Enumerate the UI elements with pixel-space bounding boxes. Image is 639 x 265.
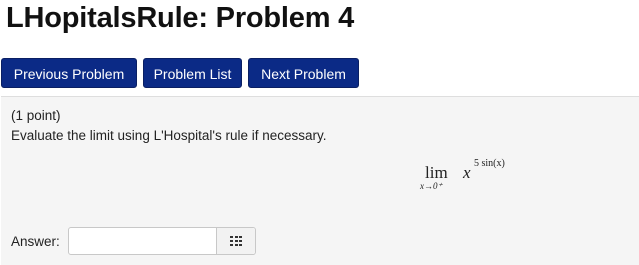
limit-exponent: 5 sin(x) (474, 158, 505, 169)
next-problem-button[interactable]: Next Problem (248, 58, 359, 88)
problem-panel: (1 point) Evaluate the limit using L'Hos… (1, 96, 639, 265)
answer-input[interactable] (69, 228, 217, 254)
keypad-button[interactable] (216, 228, 255, 254)
answer-field (68, 227, 256, 255)
limit-expression: lim x→0⁺ x 5 sin(x) (417, 157, 527, 201)
limit-operator: lim (425, 163, 448, 182)
problem-points: (1 point) (11, 108, 61, 123)
previous-problem-button[interactable]: Previous Problem (1, 58, 137, 88)
page-title: LHopitalsRule: Problem 4 (6, 2, 355, 34)
problem-list-button[interactable]: Problem List (143, 58, 242, 88)
limit-subscript: x→0⁺ (420, 181, 443, 191)
answer-label: Answer: (11, 234, 60, 249)
problem-question: Evaluate the limit using L'Hospital's ru… (11, 128, 327, 143)
limit-base: x (463, 163, 471, 182)
grid-keypad-icon (230, 236, 242, 246)
